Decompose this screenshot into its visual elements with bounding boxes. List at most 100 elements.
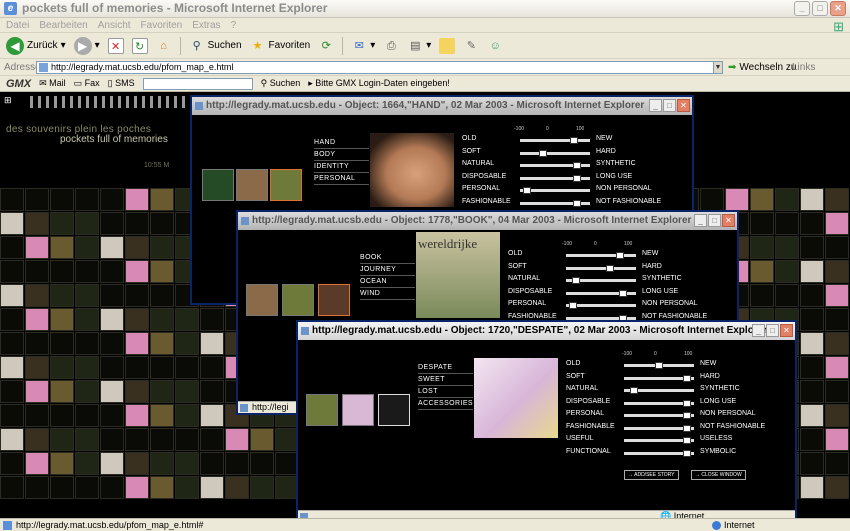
map-object-cell[interactable] <box>0 428 24 451</box>
map-object-cell[interactable] <box>825 380 849 403</box>
map-object-cell[interactable] <box>125 236 149 259</box>
slider-track[interactable] <box>624 362 694 369</box>
map-object-cell[interactable] <box>825 452 849 475</box>
map-object-cell[interactable] <box>25 404 49 427</box>
keyword-item[interactable]: ACCESSORIES <box>418 398 473 410</box>
map-object-cell[interactable] <box>125 284 149 307</box>
map-object-cell[interactable] <box>150 332 174 355</box>
thumbnail-object[interactable] <box>282 284 314 316</box>
slider-track[interactable] <box>624 424 694 432</box>
map-object-cell[interactable] <box>100 404 124 427</box>
map-object-cell[interactable] <box>800 188 824 211</box>
map-object-cell[interactable] <box>75 260 99 283</box>
map-object-cell[interactable] <box>25 476 49 499</box>
map-object-cell[interactable] <box>50 428 74 451</box>
map-object-cell[interactable] <box>825 308 849 331</box>
map-object-cell[interactable] <box>25 380 49 403</box>
map-object-cell[interactable] <box>775 284 799 307</box>
thumbnail-object[interactable] <box>202 169 234 201</box>
map-object-cell[interactable] <box>50 476 74 499</box>
map-object-cell[interactable] <box>0 236 24 259</box>
map-object-cell[interactable] <box>800 380 824 403</box>
map-object-cell[interactable] <box>0 332 24 355</box>
refresh-button[interactable]: ↻ <box>130 37 150 54</box>
slider-handle[interactable] <box>538 149 547 157</box>
map-object-cell[interactable] <box>125 380 149 403</box>
slider-handle[interactable] <box>572 277 581 284</box>
keyword-item[interactable]: IDENTITY <box>314 161 369 173</box>
map-object-cell[interactable] <box>125 332 149 355</box>
map-object-cell[interactable] <box>75 380 99 403</box>
map-object-cell[interactable] <box>800 428 824 451</box>
map-object-cell[interactable] <box>25 428 49 451</box>
keyword-item[interactable]: HAND <box>314 137 369 149</box>
forward-button[interactable]: ▶ ▾ <box>72 36 102 55</box>
map-object-cell[interactable] <box>750 260 774 283</box>
map-object-cell[interactable] <box>750 236 774 259</box>
slider-track[interactable] <box>624 412 694 419</box>
map-object-cell[interactable] <box>150 188 174 211</box>
slider-track[interactable] <box>566 289 636 297</box>
slider-track[interactable] <box>566 277 636 284</box>
map-object-cell[interactable] <box>825 284 849 307</box>
keyword-item[interactable]: BODY <box>314 149 369 161</box>
map-object-cell[interactable] <box>50 188 74 211</box>
map-object-cell[interactable] <box>175 404 199 427</box>
map-object-cell[interactable] <box>750 284 774 307</box>
map-object-cell[interactable] <box>75 476 99 499</box>
history-button[interactable]: ⟳ <box>316 38 336 54</box>
menu-bearbeiten[interactable]: Bearbeiten <box>39 18 87 32</box>
minimize-button[interactable]: _ <box>694 214 707 227</box>
gmx-search-button[interactable]: ⚲ Suchen <box>261 78 301 89</box>
thumbnail-object[interactable] <box>270 169 302 201</box>
slider-track[interactable] <box>624 437 694 444</box>
map-object-cell[interactable] <box>0 356 24 379</box>
map-object-cell[interactable] <box>0 380 24 403</box>
map-object-cell[interactable] <box>175 476 199 499</box>
map-object-cell[interactable] <box>200 308 224 331</box>
slider-handle[interactable] <box>606 264 615 272</box>
map-object-cell[interactable] <box>0 284 24 307</box>
thumbnail-object[interactable] <box>246 284 278 316</box>
map-object-cell[interactable] <box>125 404 149 427</box>
maximize-button[interactable]: □ <box>812 1 828 16</box>
close-button[interactable]: ✕ <box>780 324 793 337</box>
slider-track[interactable] <box>520 149 590 157</box>
go-button[interactable]: Wechseln zu <box>728 59 796 76</box>
map-object-cell[interactable] <box>125 212 149 235</box>
map-object-cell[interactable] <box>150 284 174 307</box>
map-object-cell[interactable] <box>250 428 274 451</box>
map-object-cell[interactable] <box>100 428 124 451</box>
close-button[interactable]: ✕ <box>722 214 735 227</box>
map-object-cell[interactable] <box>50 308 74 331</box>
map-object-cell[interactable] <box>775 236 799 259</box>
map-object-cell[interactable] <box>800 212 824 235</box>
map-object-cell[interactable] <box>200 476 224 499</box>
map-object-cell[interactable] <box>125 260 149 283</box>
map-object-cell[interactable] <box>725 188 749 211</box>
map-object-cell[interactable] <box>25 356 49 379</box>
map-object-cell[interactable] <box>825 476 849 499</box>
map-object-cell[interactable] <box>50 212 74 235</box>
map-object-cell[interactable] <box>150 236 174 259</box>
address-dropdown-icon[interactable]: ▼ <box>713 61 723 74</box>
maximize-button[interactable]: □ <box>663 99 676 112</box>
map-object-cell[interactable] <box>100 212 124 235</box>
gmx-search-input[interactable] <box>142 77 253 90</box>
map-object-cell[interactable] <box>100 308 124 331</box>
gmx-sms-button[interactable]: ▯ SMS <box>108 78 135 89</box>
map-object-cell[interactable] <box>800 308 824 331</box>
add-see-story-button[interactable]: → ADD/SEE STORY <box>624 470 679 480</box>
map-object-cell[interactable] <box>50 236 74 259</box>
map-object-cell[interactable] <box>150 404 174 427</box>
map-object-cell[interactable] <box>50 452 74 475</box>
slider-handle[interactable] <box>682 449 691 457</box>
search-button[interactable]: ⚲ Suchen <box>187 38 244 54</box>
thumbnail-object[interactable] <box>378 394 410 426</box>
home-button[interactable]: ⌂ <box>154 38 174 54</box>
slider-handle[interactable] <box>655 362 663 369</box>
slider-handle[interactable] <box>569 137 578 144</box>
map-object-cell[interactable] <box>700 188 724 211</box>
keyword-item[interactable]: WIND <box>360 288 415 300</box>
minimize-button[interactable]: _ <box>649 99 662 112</box>
